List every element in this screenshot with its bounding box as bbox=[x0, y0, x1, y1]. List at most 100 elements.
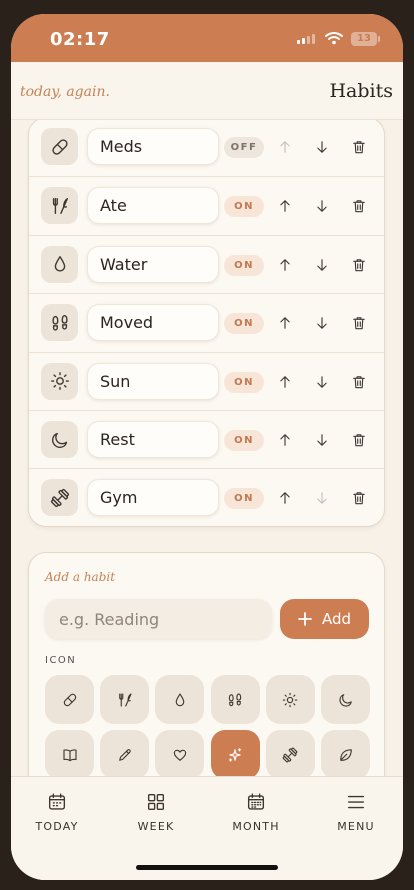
arrow-up-icon bbox=[276, 138, 294, 156]
tab-month[interactable]: MONTH bbox=[216, 791, 296, 833]
delete-habit-button[interactable] bbox=[349, 430, 369, 450]
tab-week[interactable]: WEEK bbox=[116, 791, 196, 833]
habit-name-field[interactable]: Moved bbox=[87, 304, 219, 342]
icon-option-droplet[interactable] bbox=[155, 675, 205, 724]
footprints-icon bbox=[41, 304, 78, 342]
habit-name-input[interactable] bbox=[45, 599, 272, 639]
habit-toggle[interactable]: ON bbox=[224, 430, 264, 451]
arrow-up-icon bbox=[276, 314, 294, 332]
move-up-button[interactable] bbox=[275, 196, 295, 216]
move-down-button[interactable] bbox=[312, 372, 332, 392]
habit-toggle[interactable]: ON bbox=[224, 313, 264, 335]
wifi-icon bbox=[325, 31, 343, 45]
arrow-down-icon bbox=[313, 256, 331, 274]
icon-option-leaf[interactable] bbox=[321, 730, 370, 776]
habit-row: Gym ON bbox=[29, 468, 386, 526]
icon-option-book[interactable] bbox=[45, 730, 94, 776]
icon-option-footprints[interactable] bbox=[210, 675, 260, 724]
arrow-up-icon bbox=[276, 197, 294, 215]
icon-option-moon[interactable] bbox=[321, 675, 370, 724]
delete-habit-button[interactable] bbox=[349, 255, 369, 275]
add-button-label: Add bbox=[321, 610, 352, 628]
tab-menu[interactable]: MENU bbox=[316, 791, 396, 833]
delete-habit-button[interactable] bbox=[349, 372, 369, 392]
move-down-button[interactable] bbox=[312, 196, 332, 216]
arrow-up-icon bbox=[276, 431, 294, 449]
habit-row: Ate ON bbox=[29, 176, 386, 234]
fork-knife-icon bbox=[116, 691, 134, 709]
habit-toggle[interactable]: ON bbox=[224, 254, 264, 276]
arrow-down-icon bbox=[313, 431, 331, 449]
icon-section-label: ICON bbox=[45, 655, 77, 666]
signal-icon bbox=[297, 34, 315, 44]
heart-icon bbox=[171, 746, 189, 764]
habit-name-field[interactable]: Sun bbox=[87, 362, 219, 400]
delete-habit-button[interactable] bbox=[349, 137, 369, 157]
sun-icon bbox=[281, 691, 299, 709]
icon-option-heart[interactable] bbox=[155, 730, 205, 776]
move-up-button[interactable] bbox=[275, 255, 295, 275]
droplet-icon bbox=[41, 245, 78, 283]
delete-habit-button[interactable] bbox=[349, 313, 369, 333]
habit-row: Moved ON bbox=[29, 293, 386, 351]
plus-icon bbox=[298, 612, 312, 626]
calendar-month-icon bbox=[245, 791, 267, 813]
trash-icon bbox=[350, 431, 368, 449]
delete-habit-button[interactable] bbox=[349, 488, 369, 508]
move-down-button[interactable] bbox=[312, 137, 332, 157]
icon-option-fork-knife[interactable] bbox=[100, 675, 150, 724]
icon-option-dumbbell[interactable] bbox=[265, 730, 315, 776]
app-header: today, again. Habits bbox=[11, 62, 403, 120]
trash-icon bbox=[350, 373, 368, 391]
grid-icon bbox=[145, 791, 167, 813]
move-down-button[interactable] bbox=[312, 430, 332, 450]
habit-name-field[interactable]: Rest bbox=[87, 421, 219, 458]
arrow-down-icon bbox=[313, 197, 331, 215]
home-indicator bbox=[136, 865, 278, 870]
trash-icon bbox=[350, 256, 368, 274]
move-up-button bbox=[275, 137, 295, 157]
add-habit-card: Add a habit Add ICON bbox=[28, 552, 385, 776]
arrow-down-icon bbox=[313, 489, 331, 507]
habit-toggle[interactable]: ON bbox=[224, 371, 264, 393]
arrow-down-icon bbox=[313, 373, 331, 391]
trash-icon bbox=[350, 197, 368, 215]
arrow-up-icon bbox=[276, 256, 294, 274]
tab-today[interactable]: TODAY bbox=[17, 791, 97, 833]
move-up-button[interactable] bbox=[275, 372, 295, 392]
habit-name-field[interactable]: Meds bbox=[87, 128, 219, 165]
habit-name-field[interactable]: Gym bbox=[87, 479, 219, 517]
arrow-down-icon bbox=[313, 314, 331, 332]
content-area: Meds OFF Ate ON Water ON Moved ON Sun ON… bbox=[11, 120, 403, 776]
move-down-button[interactable] bbox=[312, 255, 332, 275]
move-up-button[interactable] bbox=[275, 313, 295, 333]
icon-option-pill[interactable] bbox=[45, 675, 94, 724]
icon-option-sparkles[interactable] bbox=[210, 730, 260, 776]
habit-name-field[interactable]: Water bbox=[87, 245, 219, 283]
move-down-button[interactable] bbox=[312, 313, 332, 333]
move-up-button[interactable] bbox=[275, 488, 295, 508]
droplet-icon bbox=[171, 691, 189, 709]
add-button[interactable]: Add bbox=[280, 599, 369, 639]
delete-habit-button[interactable] bbox=[349, 196, 369, 216]
tab-label: WEEK bbox=[137, 820, 175, 833]
tab-label: MONTH bbox=[232, 820, 280, 833]
habit-name-field[interactable]: Ate bbox=[87, 187, 219, 225]
sparkles-icon bbox=[226, 746, 244, 764]
habit-toggle[interactable]: OFF bbox=[224, 137, 264, 158]
habit-row: Water ON bbox=[29, 234, 386, 293]
trash-icon bbox=[350, 489, 368, 507]
phone-screen: 02:17 13 today, again. Habits Meds OFF A… bbox=[11, 14, 403, 880]
icon-option-pencil[interactable] bbox=[100, 730, 150, 776]
moon-icon bbox=[41, 421, 78, 458]
arrow-up-icon bbox=[276, 373, 294, 391]
trash-icon bbox=[350, 314, 368, 332]
tab-label: MENU bbox=[337, 820, 375, 833]
habit-toggle[interactable]: ON bbox=[224, 488, 264, 510]
icon-option-sun[interactable] bbox=[265, 675, 315, 724]
move-down-button bbox=[312, 488, 332, 508]
moon-icon bbox=[337, 691, 355, 709]
habit-toggle[interactable]: ON bbox=[224, 196, 264, 218]
move-up-button[interactable] bbox=[275, 430, 295, 450]
fork-knife-icon bbox=[41, 187, 78, 225]
